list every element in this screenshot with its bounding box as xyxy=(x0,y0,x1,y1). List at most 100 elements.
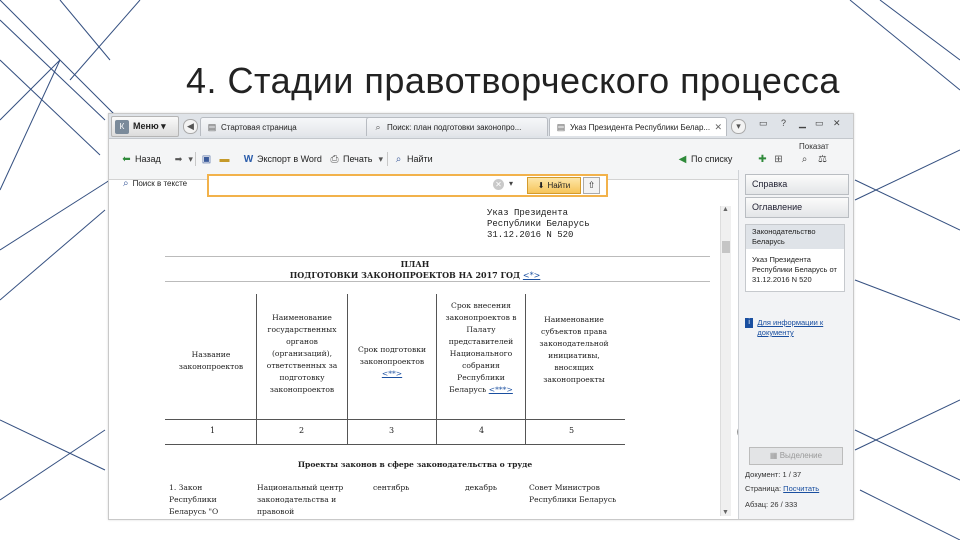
highlight-icon: ▦ xyxy=(769,451,780,460)
text-search-bar: ⌕ Поиск в тексте ✕ ▾ ⬇ Найти ⇧ xyxy=(109,170,739,198)
paragraph-counter-label: Абзац: xyxy=(745,500,769,509)
print-button[interactable]: ⎙ Печать ▾ xyxy=(329,152,384,166)
table-cell: 1. Закон Республики Беларусь "О xyxy=(169,483,219,516)
save-button[interactable]: ▣ xyxy=(201,152,215,166)
tab-search[interactable]: ⌕ Поиск: план подготовки законопро... xyxy=(366,117,548,136)
tree-button[interactable]: ⊞ xyxy=(773,152,787,166)
tab-bar: К Меню ▾ ◀ ▤ Стартовая страница ⌕ Поиск:… xyxy=(109,114,853,139)
maximize-icon[interactable]: ▭ xyxy=(815,118,824,129)
arrow-left-icon: ⬅ xyxy=(122,153,131,165)
info-box-header: Законодательство Беларусь xyxy=(746,225,844,249)
scroll-thumb[interactable] xyxy=(722,241,730,253)
column-header: Срок внесения законопроектов в Палату пр… xyxy=(445,301,517,394)
text-search-label-wrap: ⌕ Поиск в тексте xyxy=(123,178,187,189)
doc-icon: ▤ xyxy=(556,122,566,132)
plan-footnote-link[interactable]: <*> xyxy=(523,271,540,280)
column-header: Наименование субъектов права законодател… xyxy=(539,315,609,384)
document-view: Указ Президента Республики Беларусь 31.1… xyxy=(117,204,717,519)
folder-button[interactable]: ▬ xyxy=(219,152,233,166)
tab-document[interactable]: ▤ Указ Президента Республики Белар... ✕ xyxy=(549,117,727,136)
tab-list-icon[interactable]: ▾ xyxy=(731,119,746,134)
scroll-down-icon[interactable]: ▼ xyxy=(722,509,729,516)
scale-button[interactable]: ⚖ xyxy=(817,152,831,166)
column-number: 3 xyxy=(389,426,395,435)
text-search-find-button[interactable]: ⬇ Найти xyxy=(527,177,581,194)
doc-header-line: Указ Президента xyxy=(487,208,569,218)
app-screenshot: К Меню ▾ ◀ ▤ Стартовая страница ⌕ Поиск:… xyxy=(108,113,854,520)
show-label[interactable]: Показат xyxy=(799,142,829,151)
tab-start-page[interactable]: ▤ Стартовая страница xyxy=(200,117,372,136)
column-header: Наименование государственных органов (ор… xyxy=(266,313,338,394)
paragraph-counter-value: 26 / 333 xyxy=(770,500,798,509)
back-button[interactable]: ⬅ Назад ➡ ▾ xyxy=(121,152,193,166)
text-search-input[interactable] xyxy=(211,177,495,193)
document-scrollbar[interactable]: ▲ ▼ xyxy=(720,206,731,516)
doc-info-link[interactable]: i Для информации к документу xyxy=(745,318,845,338)
save-icon: ▣ xyxy=(201,153,212,165)
by-list-button[interactable]: ◀ По списку xyxy=(677,152,733,166)
text-search-box: ✕ ▾ ⬇ Найти ⇧ xyxy=(207,174,608,197)
plan-subtitle: ПОДГОТОВКИ ЗАКОНОПРОЕКТОВ НА 2017 ГОД xyxy=(289,270,521,280)
chevron-down-icon[interactable]: ▾ xyxy=(188,154,193,165)
printer-icon: ⎙ xyxy=(330,153,339,165)
binoculars-icon: ⌕ xyxy=(123,178,129,189)
arrow-up-button[interactable]: ⇧ xyxy=(583,177,600,194)
search-icon: ⌕ xyxy=(375,122,381,132)
col4-footnote-link[interactable]: <***> xyxy=(489,385,513,394)
table-cell: Совет Министров Республики Беларусь xyxy=(529,483,617,504)
column-number: 5 xyxy=(569,426,575,435)
export-word-button[interactable]: W Экспорт в Word xyxy=(243,152,322,166)
find-button-label: Найти xyxy=(547,181,571,190)
scroll-up-icon[interactable]: ▲ xyxy=(722,206,729,213)
count-pages-link[interactable]: Посчитать xyxy=(783,484,819,493)
arrow-down-icon: ⬇ xyxy=(537,181,545,190)
doc-header-line: Республики Беларусь xyxy=(487,219,590,229)
highlight-label: Выделение xyxy=(779,451,823,460)
info-icon: i xyxy=(745,318,754,328)
tab-back-icon[interactable]: ◀ xyxy=(183,119,198,134)
page-counter-label: Страница: xyxy=(745,484,782,493)
doc-icon: ▤ xyxy=(207,122,217,132)
close-window-icon[interactable]: ✕ xyxy=(833,118,841,129)
column-header-wrap: Срок подготовки законопроектов <**> xyxy=(351,344,433,380)
arrow-left-icon: ◀ xyxy=(678,153,687,165)
plan-title: ПЛАН xyxy=(400,259,430,269)
slide-title: 4. Стадии правотворческого процесса xyxy=(186,60,840,101)
menu-label: Меню ▾ xyxy=(133,121,166,131)
export-word-label: Экспорт в Word xyxy=(257,154,322,164)
column-number: 1 xyxy=(210,426,216,435)
tab-label: Поиск: план подготовки законопро... xyxy=(387,122,522,132)
contents-button[interactable]: Оглавление xyxy=(745,197,849,218)
info-box-body: Указ Президента Республики Беларусь от 3… xyxy=(752,255,837,284)
text-search-label: Поиск в тексте xyxy=(132,179,188,188)
page-counter: Страница: Посчитать xyxy=(745,484,819,493)
help-icon[interactable]: ? xyxy=(781,118,786,128)
spravka-button[interactable]: Справка xyxy=(745,174,849,195)
minimize-icon[interactable]: ▁ xyxy=(799,118,806,129)
arrow-right-icon[interactable]: ➡ xyxy=(175,154,183,165)
column-number: 4 xyxy=(479,426,485,435)
document-info-box: Законодательство Беларусь Указ Президент… xyxy=(745,224,845,292)
col3-footnote-link[interactable]: <**> xyxy=(382,369,402,378)
plan-subtitle-wrap: ПОДГОТОВКИ ЗАКОНОПРОЕКТОВ НА 2017 ГОД <*… xyxy=(165,270,665,280)
clear-icon[interactable]: ✕ xyxy=(493,179,504,190)
back-label: Назад xyxy=(135,154,161,164)
column-header-wrap: Срок внесения законопроектов в Палату пр… xyxy=(440,300,522,396)
find-button[interactable]: ⌕ Найти xyxy=(393,152,433,166)
window-icon[interactable]: ▭ xyxy=(759,118,768,129)
table-cell: декабрь xyxy=(465,483,498,492)
doc-counter-label: Документ: xyxy=(745,470,781,479)
zoom-button[interactable]: ⌕ xyxy=(799,152,813,166)
column-header: Срок подготовки законопроектов xyxy=(357,345,427,366)
menu-button[interactable]: К Меню ▾ xyxy=(111,116,179,137)
app-logo-icon: К xyxy=(115,119,129,134)
bookmark-button[interactable]: ✚ xyxy=(757,152,771,166)
table-cell: Национальный центр законодательства и пр… xyxy=(257,483,344,516)
highlight-button[interactable]: ▦ Выделение xyxy=(749,447,843,465)
close-tab-icon[interactable]: ✕ xyxy=(714,122,722,133)
tree-icon: ⊞ xyxy=(774,153,783,165)
table-cell: сентябрь xyxy=(373,483,410,492)
chevron-down-icon[interactable]: ▾ xyxy=(509,179,513,188)
folder-icon: ▬ xyxy=(219,153,230,165)
scale-icon: ⚖ xyxy=(818,153,827,165)
